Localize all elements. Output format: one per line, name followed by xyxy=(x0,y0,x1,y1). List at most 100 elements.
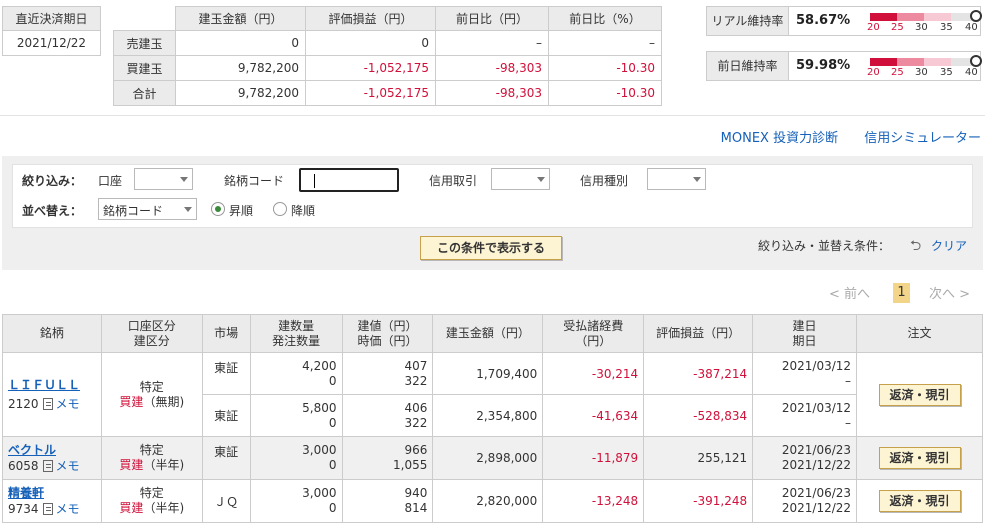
table-row: ベクトル 6058 メモ 特定 買建（半年) 東証 3,000 0 966 1,055… xyxy=(2,436,983,480)
prev-page-link[interactable]: < 前へ xyxy=(829,283,870,302)
fee-cell: -30,214 xyxy=(542,352,645,395)
gauge-marker-icon xyxy=(970,10,982,22)
header-fee: 受払諸経費 （円） xyxy=(542,314,645,353)
page-number: 1 xyxy=(893,283,910,303)
divider xyxy=(0,115,985,116)
memo-link[interactable]: メモ xyxy=(56,397,80,411)
summary-row-buy: 買建玉 9,782,200 -1,052,175 -98,303 -10.30 xyxy=(113,55,662,81)
memo-link[interactable]: メモ xyxy=(56,502,80,516)
price-cell: 406 322 xyxy=(341,394,434,437)
summary-amount: 0 xyxy=(175,30,306,56)
summary-row-total: 合計 9,782,200 -1,052,175 -98,303 -10.30 xyxy=(113,80,662,106)
sort-label: 並べ替え： xyxy=(22,204,83,218)
summary-pl: 0 xyxy=(305,30,436,56)
tick-label: 30 xyxy=(915,67,928,78)
chevron-down-icon xyxy=(693,177,701,182)
previous-maintenance-ratio: 前日維持率 59.98% 20 25 30 35 40 xyxy=(706,51,982,81)
header-pl: 評価損益（円） xyxy=(643,314,754,353)
qty-cell: 3,000 0 xyxy=(249,436,343,480)
chevron-down-icon xyxy=(180,177,188,182)
credit-kind-label: 信用種別 xyxy=(580,174,629,188)
account-cell: 特定 買建（半年) xyxy=(100,479,203,523)
text-caret xyxy=(314,174,315,188)
price-cell: 966 1,055 xyxy=(341,436,434,480)
memo-icon[interactable] xyxy=(42,397,53,410)
market-cell: 東証 xyxy=(201,394,251,437)
memo-icon[interactable] xyxy=(42,502,53,515)
account-type: 特定 xyxy=(139,443,164,457)
header-account: 口座区分 建区分 xyxy=(100,314,203,353)
amount-cell: 2,820,000 xyxy=(432,479,544,523)
pl-cell: 255,121 xyxy=(643,436,754,480)
summary-amount: 9,782,200 xyxy=(175,55,306,81)
ascending-radio[interactable] xyxy=(211,202,225,216)
repay-button[interactable]: 返済・現引 xyxy=(878,490,961,512)
summary-header-diff-pct: 前日比（%） xyxy=(548,6,662,31)
qty-cell: 3,000 0 xyxy=(249,479,343,523)
sort-select[interactable]: 銘柄コード xyxy=(98,198,197,220)
amount-cell: 2,354,800 xyxy=(432,394,544,437)
tick-label: 40 xyxy=(965,67,978,78)
undo-icon[interactable]: ⮌ xyxy=(910,235,921,259)
summary-row-sell: 売建玉 0 0 – – xyxy=(113,30,662,56)
ratio-value: 58.67% xyxy=(796,13,851,28)
credit-type-select[interactable] xyxy=(491,168,550,190)
settlement-label: 直近決済期日 xyxy=(3,7,100,31)
chevron-down-icon xyxy=(184,207,192,212)
header-amount: 建玉金額（円） xyxy=(432,314,544,353)
memo-link[interactable]: メモ xyxy=(56,459,80,473)
tick-label: 20 xyxy=(867,67,880,78)
price-cell: 940 814 xyxy=(341,479,434,523)
ratio-gauge xyxy=(870,55,982,67)
account-type: 特定 xyxy=(139,486,164,500)
page-current[interactable]: 1 xyxy=(893,283,910,303)
summary-pl: -1,052,175 xyxy=(305,80,436,106)
descending-radio[interactable] xyxy=(273,202,287,216)
position-type: 買建 xyxy=(119,501,144,515)
position-summary-table: 建玉金額（円） 評価損益（円） 前日比（円） 前日比（%） 売建玉 0 0 – … xyxy=(113,6,662,106)
amount-cell: 1,709,400 xyxy=(432,352,544,395)
table-header-row: 銘柄 口座区分 建区分 市場 建数量 発注数量 建値（円） 時価（円） 建玉金額（円）… xyxy=(2,314,983,353)
symbol-cell: 精養軒 9734 メモ xyxy=(2,479,102,523)
credit-simulator-link[interactable]: 信用シミュレーター xyxy=(864,131,981,146)
next-page-label: 次へ > xyxy=(929,287,971,302)
symbol-name-link[interactable]: 精養軒 xyxy=(8,486,96,501)
memo-icon[interactable] xyxy=(42,459,53,472)
tick-label: 35 xyxy=(940,22,953,33)
code-input[interactable] xyxy=(299,168,399,192)
fee-cell: -13,248 xyxy=(542,479,645,523)
settlement-date: 2021/12/22 xyxy=(16,36,87,50)
order-cell: 返済・現引 xyxy=(856,352,983,437)
credit-kind-select[interactable] xyxy=(647,168,706,190)
repay-button[interactable]: 返済・現引 xyxy=(878,383,961,406)
tick-label: 20 xyxy=(867,22,880,33)
clear-link[interactable]: クリア xyxy=(931,237,967,254)
table-row: 精養軒 9734 メモ 特定 買建（半年) ＪＱ 3,000 0 940 814 2,… xyxy=(2,479,983,523)
symbol-name-link[interactable]: ＬＩＦＵＬＬ xyxy=(8,378,96,393)
qty-cell: 4,200 0 xyxy=(249,352,343,395)
summary-header-amount: 建玉金額（円） xyxy=(175,6,306,31)
qty-cell: 5,800 0 xyxy=(249,394,343,437)
summary-diff-pct: – xyxy=(548,30,662,56)
summary-pl: -1,052,175 xyxy=(305,55,436,81)
ascending-label[interactable]: 昇順 xyxy=(229,202,253,219)
narrow-label: 絞り込み： xyxy=(22,174,83,188)
header-price: 建値（円） 時価（円） xyxy=(341,314,434,353)
descending-label[interactable]: 降順 xyxy=(291,202,315,219)
real-maintenance-ratio: リアル維持率 58.67% 20 25 30 35 40 xyxy=(706,6,982,36)
chevron-down-icon xyxy=(537,177,545,182)
show-results-button[interactable]: この条件で表示する xyxy=(420,236,562,260)
header-date: 建日 期日 xyxy=(752,314,858,353)
symbol-code: 2120 xyxy=(8,396,39,411)
next-page-link[interactable]: 次へ > xyxy=(929,283,970,302)
tick-label: 40 xyxy=(965,22,978,33)
ratio-value: 59.98% xyxy=(796,58,851,73)
symbol-code: 6058 xyxy=(8,458,39,473)
header-order: 注文 xyxy=(856,314,983,353)
date-cell: 2021/06/23 2021/12/22 xyxy=(752,479,858,523)
price-cell: 407 322 xyxy=(341,352,434,395)
repay-button[interactable]: 返済・現引 xyxy=(878,447,961,469)
symbol-name-link[interactable]: ベクトル xyxy=(8,443,96,458)
account-select[interactable] xyxy=(134,168,193,190)
investment-diagnosis-link[interactable]: MONEX 投資力診断 xyxy=(721,131,838,146)
